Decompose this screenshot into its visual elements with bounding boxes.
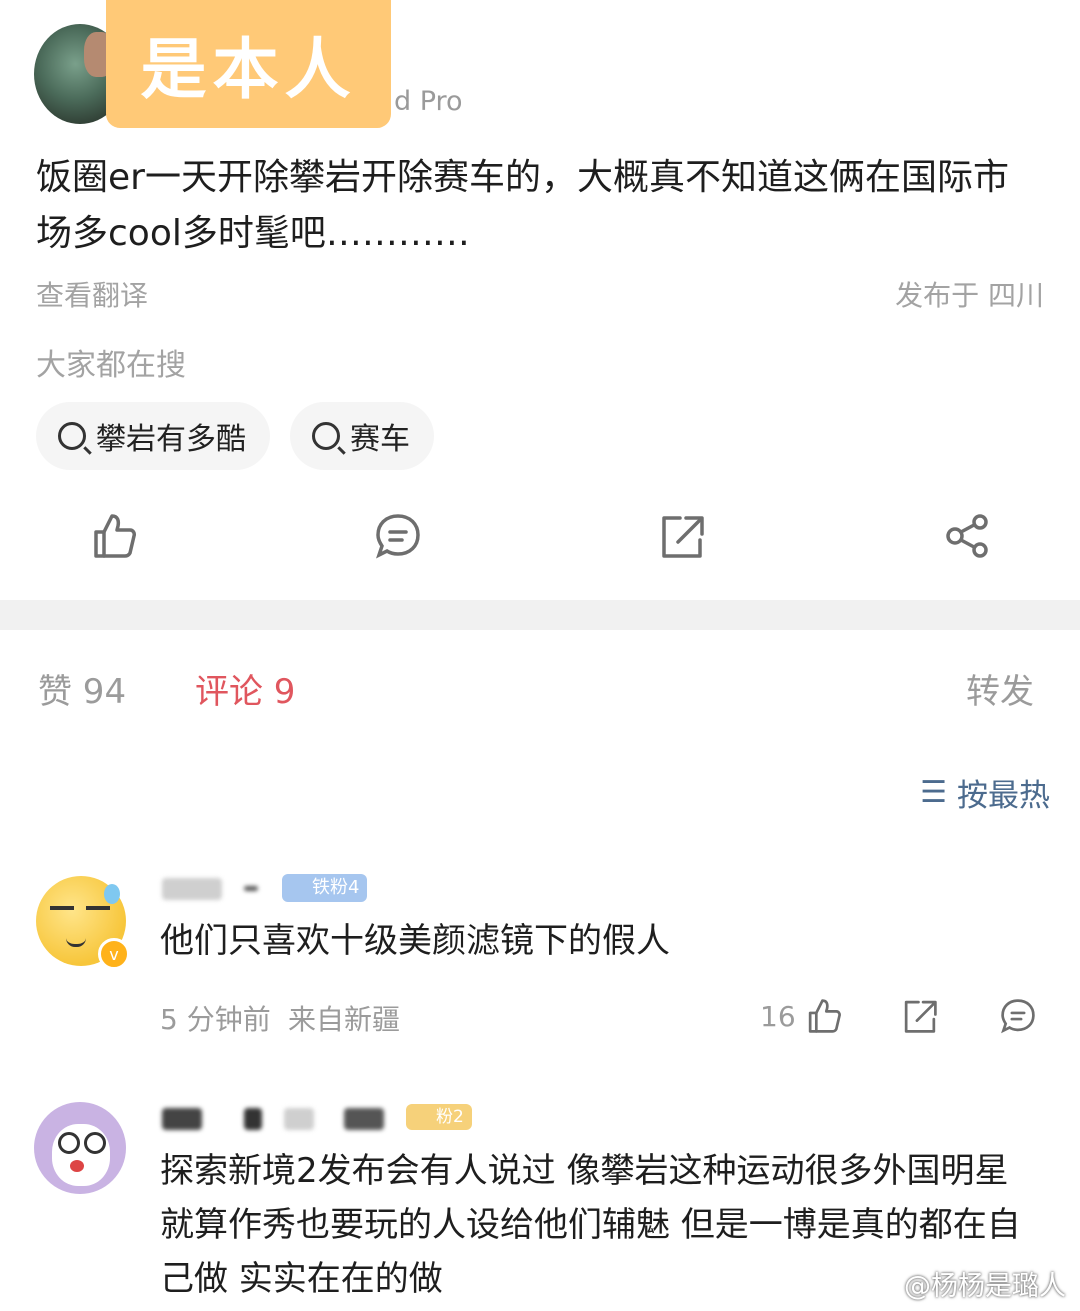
repost-icon	[904, 1000, 937, 1033]
repost-icon	[662, 516, 704, 558]
post-location: 发布于 四川	[895, 279, 1044, 312]
sticker-overlay: 是本人	[106, 0, 391, 128]
search-chip[interactable]: 攀岩有多酷	[36, 402, 270, 470]
post-text: 饭圈er一天开除攀岩开除赛车的，大概真不知道这俩在国际市场多cool多时髦吧………	[36, 157, 1009, 254]
comment-text: 他们只喜欢十级美颜滤镜下的假人	[160, 921, 670, 961]
fan-badge: 粉2	[406, 1104, 472, 1130]
comment-button[interactable]	[372, 510, 424, 562]
verified-badge-icon: v	[98, 938, 130, 970]
section-divider	[0, 600, 1080, 630]
comment-repost-button[interactable]	[900, 996, 940, 1036]
share-icon	[946, 514, 988, 558]
trending-search-title: 大家都在搜	[36, 348, 186, 383]
repost-button[interactable]	[656, 510, 708, 562]
sort-icon: ☰	[920, 775, 947, 810]
search-icon	[312, 422, 340, 450]
fan-badge: 铁粉4	[282, 874, 368, 902]
sort-label: 按最热	[957, 778, 1050, 814]
tab-likes[interactable]: 赞 94	[38, 664, 126, 713]
device-label: d Pro	[394, 86, 463, 117]
blurred-username	[162, 878, 222, 900]
tab-comments[interactable]: 评论 9	[195, 664, 295, 713]
tab-reposts[interactable]: 转发	[966, 664, 1034, 713]
comment-time: 5 分钟前	[160, 1003, 271, 1036]
blurred-username	[162, 1108, 202, 1130]
comment-like-button[interactable]	[804, 996, 844, 1036]
like-button[interactable]	[88, 510, 140, 562]
comment-avatar[interactable]: v	[36, 876, 130, 970]
comment-icon	[376, 514, 420, 559]
share-button[interactable]	[942, 510, 994, 562]
thumb-up-icon	[808, 999, 841, 1033]
search-icon	[58, 422, 86, 450]
sort-button[interactable]: ☰ 按最热	[920, 770, 1050, 815]
thumb-up-icon	[94, 514, 136, 558]
search-chip[interactable]: 赛车	[290, 402, 434, 470]
translate-link[interactable]: 查看翻译	[36, 274, 148, 314]
comment-reply-button[interactable]	[998, 996, 1038, 1036]
watermark: @杨杨是璐人	[904, 1271, 1066, 1302]
comment-icon	[1001, 999, 1035, 1034]
search-chip-label: 赛车	[350, 422, 410, 457]
comment-source: 来自新疆	[288, 1003, 401, 1036]
comment-avatar[interactable]	[34, 1102, 126, 1194]
search-chip-label: 攀岩有多酷	[96, 422, 246, 457]
comment-like-count: 16	[760, 1000, 796, 1033]
